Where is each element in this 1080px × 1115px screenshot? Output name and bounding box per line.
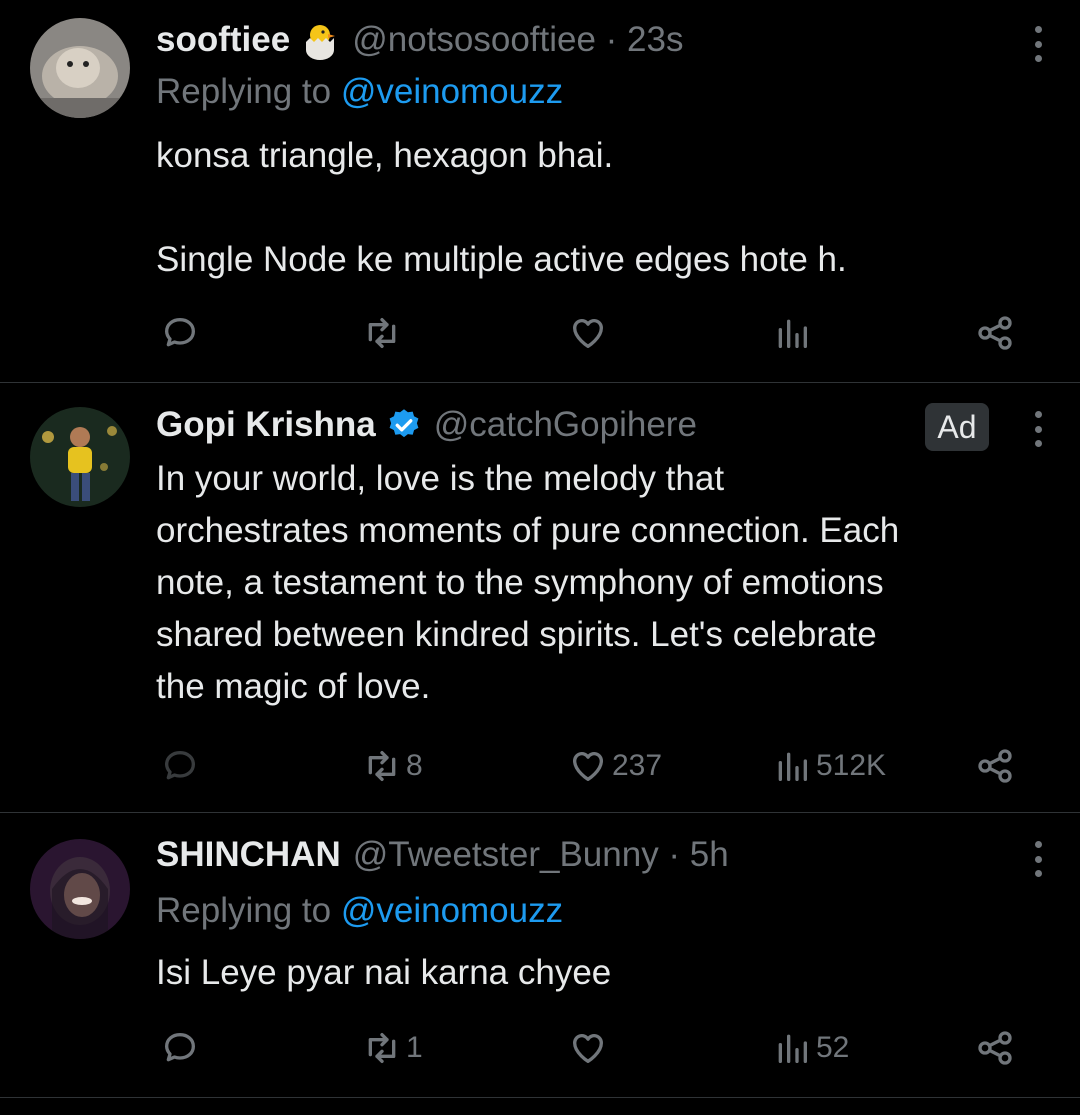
reply-icon <box>165 751 195 780</box>
mention-link[interactable]: @veinomouzz <box>341 891 563 930</box>
view-count: 512K <box>816 749 887 782</box>
display-name[interactable]: Gopi Krishna <box>156 403 376 447</box>
replying-to: Replying to @veinomouzz <box>156 889 563 933</box>
views-button[interactable]: 512K <box>772 741 886 791</box>
views-button[interactable] <box>772 308 816 358</box>
tweet-header: Gopi Krishna @catchGopihere <box>156 403 697 447</box>
tweet-actions: 8 237 512K <box>0 741 1080 791</box>
retweet-count: 8 <box>406 749 423 782</box>
retweet-button[interactable] <box>362 308 406 358</box>
verified-badge-icon <box>386 407 422 443</box>
tweet-actions <box>0 308 1080 358</box>
hatching-chick-icon <box>300 20 340 60</box>
retweet-icon <box>368 318 396 348</box>
share-button[interactable] <box>975 741 1015 791</box>
tweet[interactable]: Gopi Krishna @catchGopihere Ad In your w… <box>0 383 1080 813</box>
display-name[interactable]: SHINCHAN <box>156 833 341 877</box>
display-name[interactable]: sooftiee <box>156 18 290 62</box>
more-options-icon[interactable] <box>1032 26 1044 62</box>
heart-icon <box>573 752 603 781</box>
share-icon <box>978 1031 1012 1065</box>
avatar[interactable] <box>30 18 130 118</box>
retweet-button[interactable]: 1 <box>362 1023 423 1073</box>
tweet-header: SHINCHAN @Tweetster_Bunny · 5h <box>156 833 729 877</box>
replying-to: Replying to @veinomouzz <box>156 70 563 114</box>
reply-icon <box>165 1033 195 1062</box>
share-icon <box>978 316 1012 350</box>
reply-button[interactable] <box>160 741 204 791</box>
heart-icon <box>573 1034 603 1063</box>
like-button[interactable] <box>568 1023 612 1073</box>
tweet-actions: 1 52 <box>0 1023 1080 1073</box>
tweet-header: sooftiee @notsosooftiee · 23s <box>156 18 683 62</box>
heart-icon <box>573 319 603 348</box>
reply-button[interactable] <box>160 308 204 358</box>
share-icon <box>978 749 1012 783</box>
user-handle-timestamp[interactable]: @notsosooftiee · 23s <box>352 18 683 62</box>
reply-icon <box>165 318 195 347</box>
reply-button[interactable] <box>160 1023 204 1073</box>
ad-badge: Ad <box>925 403 989 451</box>
replying-to-label: Replying to <box>156 891 341 930</box>
retweet-button[interactable]: 8 <box>362 741 423 791</box>
share-button[interactable] <box>975 1023 1015 1073</box>
like-count: 237 <box>612 749 663 782</box>
tweet-text: Isi Leye pyar nai karna chyee <box>156 953 612 992</box>
share-button[interactable] <box>975 308 1015 358</box>
like-button[interactable] <box>568 308 612 358</box>
retweet-icon <box>368 1033 396 1063</box>
avatar[interactable] <box>30 407 130 507</box>
user-handle[interactable]: @catchGopihere <box>434 403 697 447</box>
replying-to-label: Replying to <box>156 72 341 111</box>
views-button[interactable]: 52 <box>772 1023 849 1073</box>
tweet-text: konsa triangle, hexagon bhai. Single Nod… <box>156 136 847 279</box>
tweet[interactable]: sooftiee @notsosooftiee · 23s Replying t… <box>0 0 1080 383</box>
tweet-text: In your world, love is the melody that o… <box>156 459 900 706</box>
analytics-icon <box>778 752 807 781</box>
analytics-icon <box>778 319 807 348</box>
analytics-icon <box>778 1034 807 1063</box>
user-handle-timestamp[interactable]: @Tweetster_Bunny · 5h <box>353 833 729 877</box>
more-options-icon[interactable] <box>1032 841 1044 877</box>
view-count: 52 <box>816 1031 850 1064</box>
retweet-icon <box>368 751 396 781</box>
more-options-icon[interactable] <box>1032 411 1044 447</box>
retweet-count: 1 <box>406 1031 423 1064</box>
tweet[interactable]: SHINCHAN @Tweetster_Bunny · 5h Replying … <box>0 813 1080 1098</box>
mention-link[interactable]: @veinomouzz <box>341 72 563 111</box>
like-button[interactable]: 237 <box>568 741 662 791</box>
avatar[interactable] <box>30 839 130 939</box>
